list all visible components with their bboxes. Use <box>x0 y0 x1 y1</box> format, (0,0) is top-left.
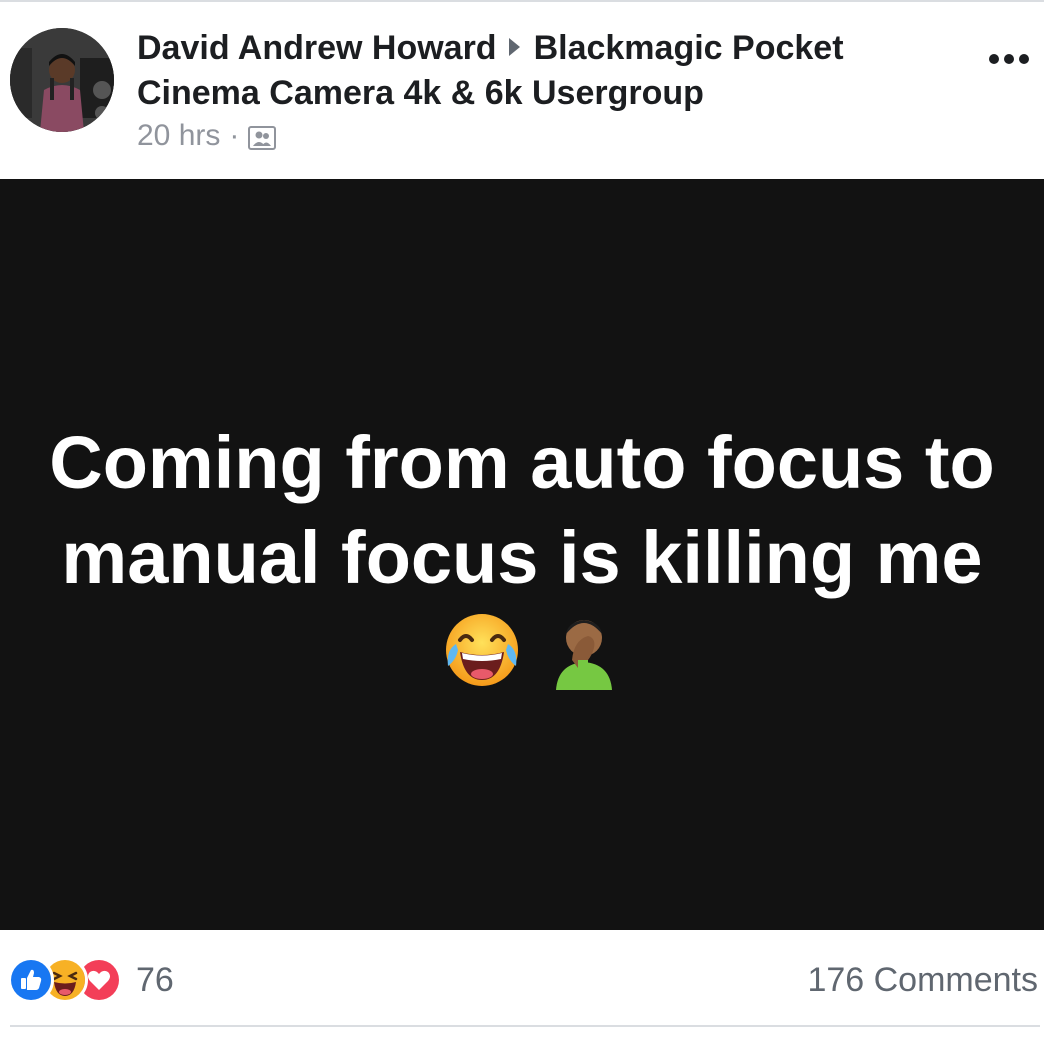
post-header-title: David Andrew Howard Blackmagic Pocket Cin… <box>137 26 897 116</box>
post-body-text: Coming from auto focus to manual focus i… <box>49 421 995 599</box>
meta-separator: · <box>229 119 240 152</box>
avatar[interactable] <box>10 28 114 132</box>
reaction-count: 76 <box>136 960 174 999</box>
face-with-tears-of-joy-icon <box>442 610 522 690</box>
more-dot <box>1004 54 1014 64</box>
like-icon <box>8 957 54 1003</box>
more-options-icon[interactable] <box>982 42 1036 76</box>
more-dot <box>989 54 999 64</box>
post-content[interactable]: Coming from auto focus to manual focus i… <box>0 179 1044 930</box>
author-name[interactable]: David Andrew Howard <box>137 29 497 67</box>
bottom-divider <box>10 1025 1040 1027</box>
more-dot <box>1019 54 1029 64</box>
comments-count-link[interactable]: 176 Comments <box>807 957 1038 1003</box>
person-facepalming-icon <box>544 610 624 690</box>
top-divider <box>0 0 1044 2</box>
group-icon <box>248 124 277 150</box>
post-timestamp[interactable]: 20 hrs <box>137 119 220 153</box>
reactions-summary[interactable]: 76 <box>8 957 174 1003</box>
post-text-block: Coming from auto focus to manual focus i… <box>40 415 1004 700</box>
post-meta: 20 hrs · <box>137 116 277 156</box>
shared-to-arrow-icon <box>508 38 520 56</box>
